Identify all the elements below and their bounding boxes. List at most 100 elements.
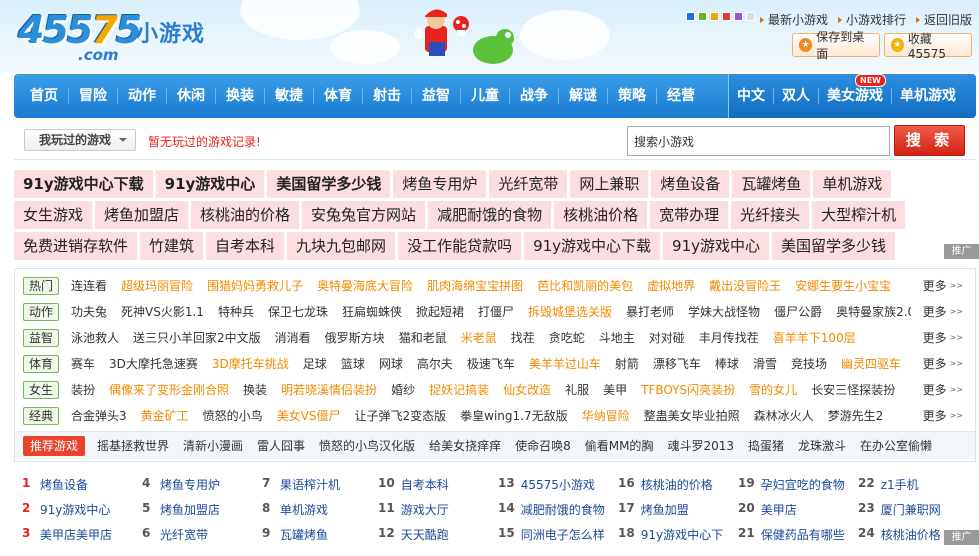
nav-mystery[interactable]: 解谜	[559, 88, 608, 104]
category-label[interactable]: 动作	[23, 302, 59, 321]
category-label[interactable]: 热门	[23, 276, 59, 295]
nav-kids[interactable]: 儿童	[461, 88, 510, 104]
game-link[interactable]: 婚纱	[391, 381, 415, 398]
more-link[interactable]: 更多 >>	[923, 277, 963, 294]
ad-link-tile[interactable]: 自考本科	[206, 232, 285, 260]
ad-link-tile[interactable]: 91y游戏中心	[155, 170, 265, 198]
ad-link-tile[interactable]: 宽带办理	[650, 201, 729, 229]
game-link[interactable]: 虚拟地界	[647, 277, 695, 294]
ad-link-tile[interactable]: 竹建筑	[140, 232, 204, 260]
recommended-game-link[interactable]: 给美女挠痒痒	[429, 437, 501, 454]
nav-chinese[interactable]: 中文	[729, 88, 774, 104]
ranking-item[interactable]: 12 天天酷跑	[378, 526, 498, 543]
ad-link-tile[interactable]: 九块九包邮网	[287, 232, 396, 260]
game-link[interactable]: 奥特曼家族2.0	[836, 303, 911, 320]
game-link[interactable]: 保卫七龙珠	[268, 303, 328, 320]
game-link[interactable]: 换装	[243, 381, 267, 398]
game-link[interactable]: 特种兵	[218, 303, 254, 320]
game-link[interactable]: 连连看	[71, 277, 107, 294]
ranking-item[interactable]: 4 烤鱼专用炉	[142, 476, 262, 493]
game-link[interactable]: 愤怒的小鸟	[203, 407, 263, 424]
color-theme-picker[interactable]	[686, 12, 755, 21]
game-link[interactable]: 黄金矿工	[141, 407, 189, 424]
game-link[interactable]: 赛车	[71, 355, 95, 372]
ranking-item[interactable]: 18 91y游戏中心下	[618, 526, 738, 543]
ad-link-tile[interactable]: 美国留学多少钱	[772, 232, 896, 260]
theme-color-orange[interactable]	[710, 12, 719, 21]
top-link-ranking[interactable]: 小游戏排行	[838, 11, 906, 28]
theme-color-red[interactable]	[722, 12, 731, 21]
ranking-item[interactable]: 17 烤鱼加盟	[618, 501, 738, 518]
ranking-item[interactable]: 6 光纤宽带	[142, 526, 262, 543]
ranking-item[interactable]: 2 91y游戏中心	[22, 501, 142, 518]
game-link[interactable]: 超级玛丽冒险	[121, 277, 193, 294]
game-link[interactable]: 礼服	[565, 381, 589, 398]
game-link[interactable]: 装扮	[71, 381, 95, 398]
game-link[interactable]: 消消看	[275, 329, 311, 346]
game-link[interactable]: 拳皇wing1.7无敌版	[460, 407, 567, 424]
top-link-old-version[interactable]: 返回旧版	[916, 11, 972, 28]
ranking-item[interactable]: 1 烤鱼设备	[22, 476, 142, 493]
recommended-game-link[interactable]: 捣蛋猪	[748, 437, 784, 454]
ad-link-tile[interactable]: 核桃油的价格	[191, 201, 300, 229]
game-link[interactable]: 围猎妈妈勇救儿子	[207, 277, 303, 294]
ad-link-tile[interactable]: 烤鱼专用炉	[393, 170, 487, 198]
site-logo[interactable]: 45575 小游戏 .com	[18, 8, 218, 68]
ad-link-tile[interactable]: 核桃油价格	[554, 201, 648, 229]
ranking-item[interactable]: 13 45575小游戏	[498, 476, 618, 493]
game-link[interactable]: 漂移飞车	[653, 355, 701, 372]
theme-color-blue[interactable]	[686, 12, 695, 21]
ad-link-tile[interactable]: 女生游戏	[14, 201, 93, 229]
ranking-item[interactable]: 20 美甲店	[738, 501, 858, 518]
save-to-desktop-button[interactable]: ★ 保存到桌面	[792, 30, 880, 61]
ad-link-tile[interactable]: 网上兼职	[570, 170, 649, 198]
recommended-game-link[interactable]: 清新小漫画	[183, 437, 243, 454]
recommended-game-link[interactable]: 龙珠激斗	[798, 437, 846, 454]
game-link[interactable]: 捉妖记搞装	[429, 381, 489, 398]
ad-link-tile[interactable]: 91y游戏中心下载	[14, 170, 153, 198]
game-link[interactable]: 棒球	[715, 355, 739, 372]
ranking-item[interactable]: 15 同洲电子怎么样	[498, 526, 618, 543]
ad-link-tile[interactable]: 大型榨汁机	[812, 201, 906, 229]
game-link[interactable]: 猫和老鼠	[399, 329, 447, 346]
ad-link-tile[interactable]: 91y游戏中心下载	[524, 232, 661, 260]
ranking-item[interactable]: 11 游戏大厅	[378, 501, 498, 518]
ranking-item[interactable]: 3 美甲店美甲店	[22, 526, 142, 543]
ad-link-tile[interactable]: 光纤接头	[731, 201, 810, 229]
ranking-item[interactable]: 23 厦门兼职网	[858, 501, 978, 518]
game-link[interactable]: 狂扁蜘蛛侠	[342, 303, 402, 320]
game-link[interactable]: 对对碰	[649, 329, 685, 346]
game-link[interactable]: TFBOYS闪亮装扮	[641, 381, 735, 398]
game-link[interactable]: 美甲	[603, 381, 627, 398]
game-link[interactable]: 华纳冒险	[582, 407, 630, 424]
nav-home[interactable]: 首页	[14, 88, 69, 104]
game-link[interactable]: 美女VS僵尸	[277, 407, 341, 424]
ad-link-tile[interactable]: 减肥耐饿的食物	[428, 201, 552, 229]
game-link[interactable]: 奥特曼海底大冒险	[317, 277, 413, 294]
theme-color-green[interactable]	[698, 12, 707, 21]
ad-link-tile[interactable]: 光纤宽带	[489, 170, 568, 198]
ad-link-tile[interactable]: 瓦罐烤鱼	[732, 170, 811, 198]
ranking-item[interactable]: 22 z1手机	[858, 476, 978, 493]
search-button[interactable]: 搜 索	[894, 125, 965, 156]
ad-link-tile[interactable]: 烤鱼设备	[651, 170, 730, 198]
theme-color-gray[interactable]	[746, 12, 755, 21]
nav-strategy[interactable]: 策略	[608, 88, 657, 104]
nav-management[interactable]: 经营	[657, 88, 705, 104]
nav-single-player[interactable]: 单机游戏	[892, 88, 964, 104]
played-games-dropdown[interactable]: 我玩过的游戏	[24, 129, 136, 151]
game-link[interactable]: 让子弹飞2变态版	[355, 407, 447, 424]
game-link[interactable]: 高尔夫	[417, 355, 453, 372]
ranking-item[interactable]: 9 瓦罐烤鱼	[262, 526, 382, 543]
ranking-item[interactable]: 7 果语榨汁机	[262, 476, 382, 493]
game-link[interactable]: 俄罗斯方块	[325, 329, 385, 346]
recommended-game-link[interactable]: 摇基拯救世界	[97, 437, 169, 454]
game-link[interactable]: 幽灵四驱车	[841, 355, 901, 372]
ad-link-tile[interactable]: 没工作能贷款吗	[398, 232, 522, 260]
game-link[interactable]: 梦游先生2	[828, 407, 884, 424]
game-link[interactable]: 送三只小羊回家2中文版	[133, 329, 261, 346]
game-link[interactable]: 明若晓溪情侣装扮	[281, 381, 377, 398]
game-link[interactable]: 3D摩托车挑战	[212, 355, 289, 372]
game-link[interactable]: 掀起短裙	[416, 303, 464, 320]
game-link[interactable]: 安娜生要生小宝宝	[795, 277, 891, 294]
